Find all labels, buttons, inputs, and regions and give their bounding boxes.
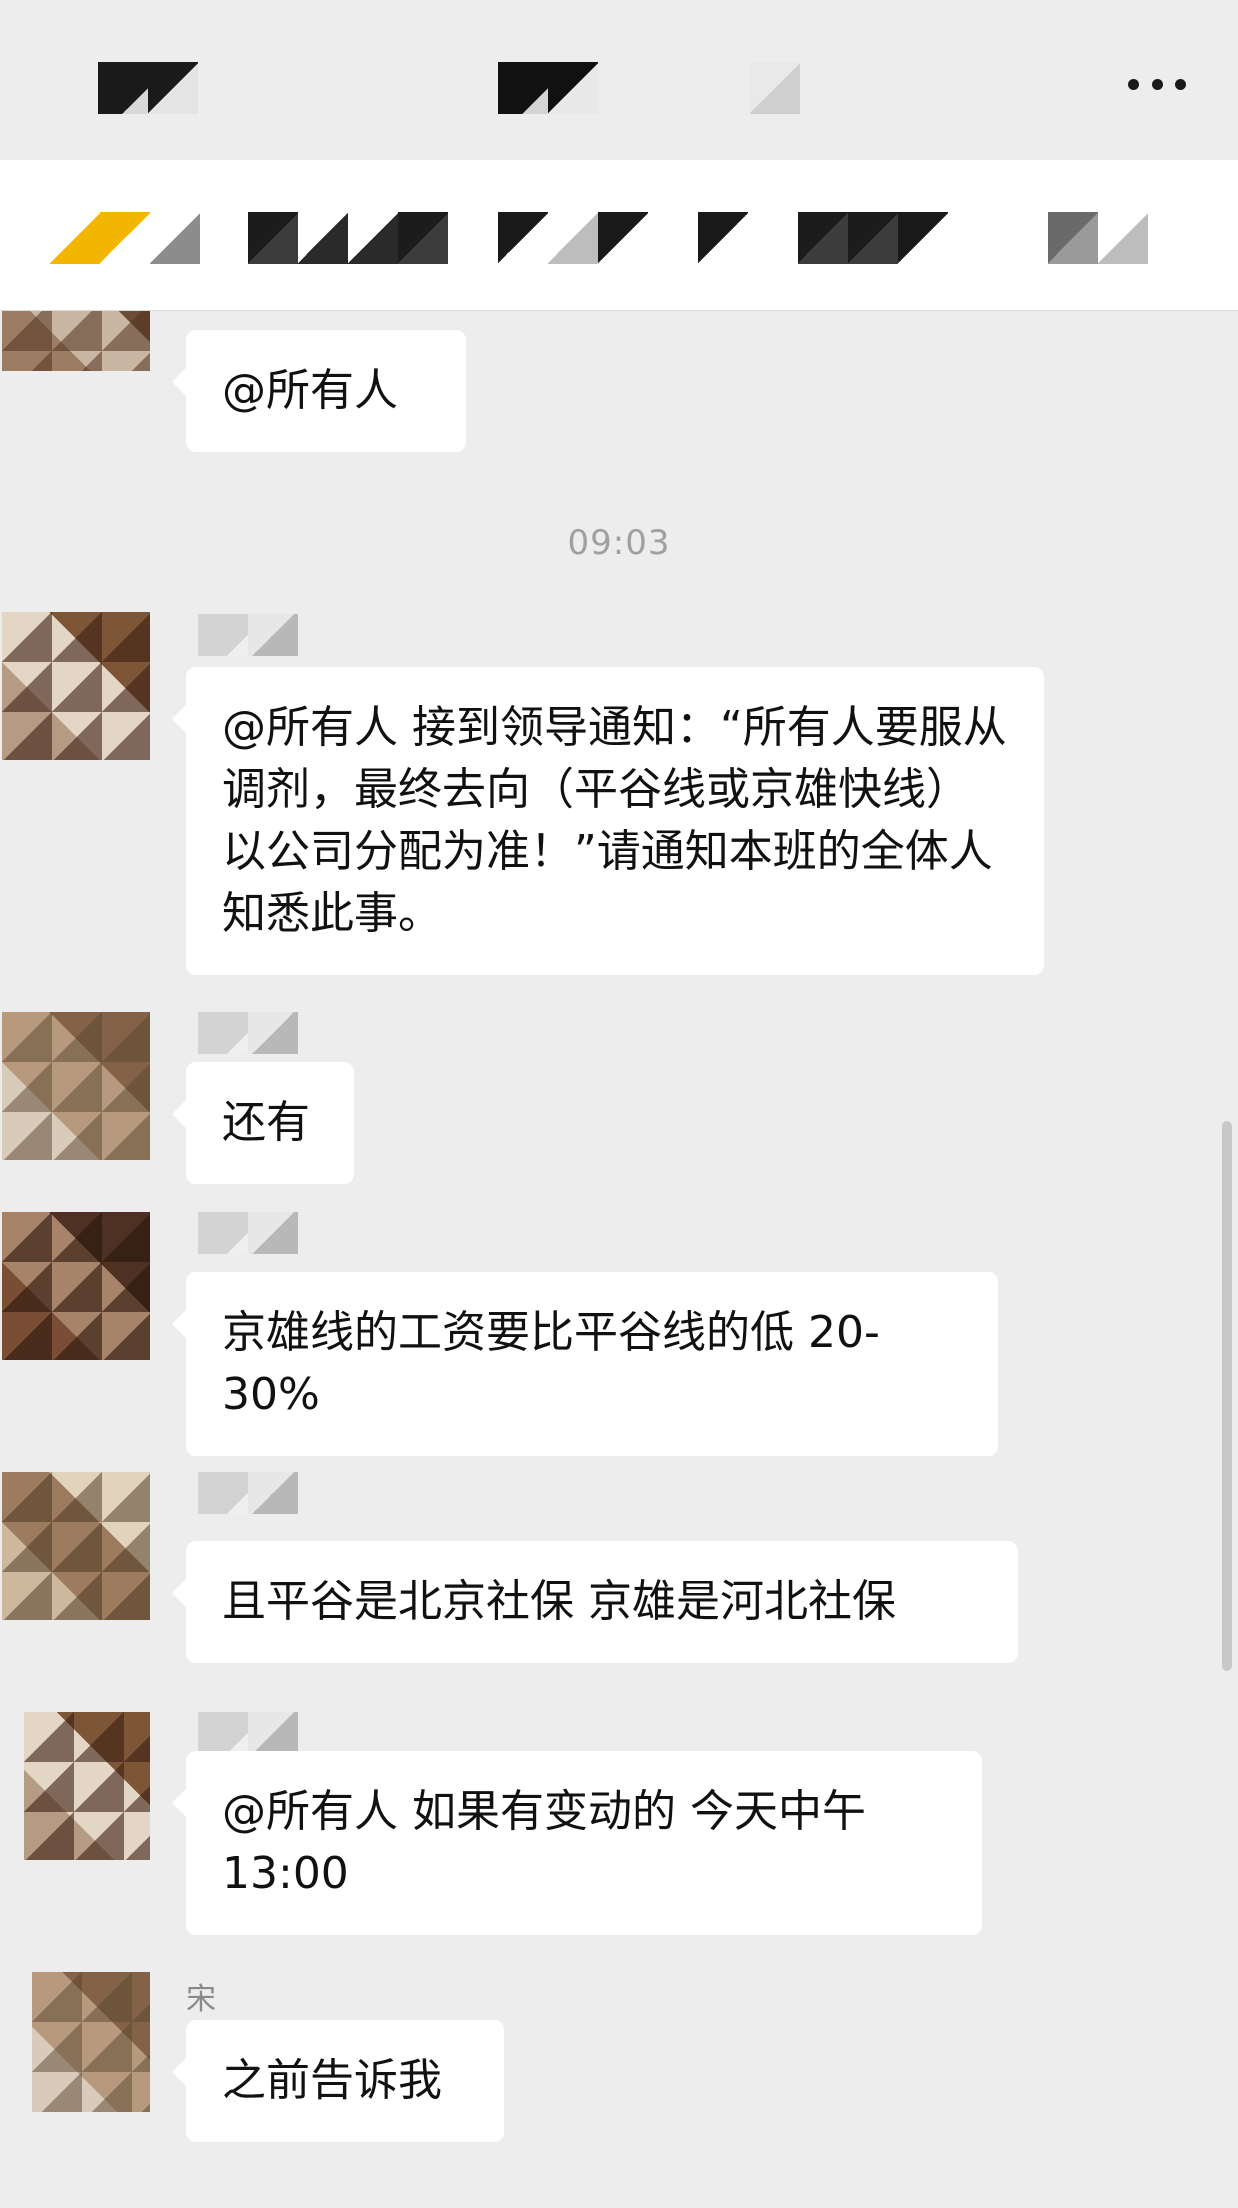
message-text: 且平谷是北京社保 京雄是河北社保 [222, 1576, 896, 1627]
avatar[interactable] [2, 612, 150, 760]
redacted-group-name-part [498, 62, 598, 114]
chat-header [0, 0, 1238, 168]
redacted-block [50, 212, 100, 264]
avatar[interactable] [2, 311, 150, 371]
redacted-block [398, 212, 448, 264]
message-text: 京雄线的工资要比平谷线的低 20-30% [222, 1307, 880, 1420]
redacted-sender-name [198, 1712, 298, 1754]
avatar[interactable] [32, 1972, 150, 2112]
redacted-block [498, 212, 548, 264]
redacted-sender-name [198, 1472, 298, 1514]
dot [1151, 78, 1163, 90]
redacted-sender-name [198, 1212, 298, 1254]
message-bubble[interactable]: 之前告诉我 [172, 2020, 504, 2142]
message-bubble[interactable]: @所有人 如果有变动的 今天中午 13:00 [172, 1751, 982, 1935]
redacted-block [348, 212, 398, 264]
redacted-block [100, 212, 150, 264]
message-bubble[interactable]: 京雄线的工资要比平谷线的低 20-30% [172, 1272, 998, 1456]
sender-name: 宋 [186, 1982, 216, 2017]
avatar[interactable] [2, 1212, 150, 1360]
message-timestamp: 09:03 [567, 523, 671, 563]
message-text: 还有 [222, 1097, 310, 1148]
redacted-block [548, 212, 598, 264]
message-bubble[interactable]: @所有人 接到领导通知：“所有人要服从调剂，最终去向（平谷线或京雄快线）以公司分… [172, 667, 1044, 975]
redacted-block [150, 212, 200, 264]
message-bubble[interactable]: 且平谷是北京社保 京雄是河北社保 [172, 1541, 1018, 1663]
pinned-announcement-banner[interactable] [0, 160, 1238, 311]
avatar[interactable] [2, 1472, 150, 1620]
redacted-sender-name [198, 614, 298, 656]
chat-message-list[interactable]: @所有人 09:03 @所有人 接到领导通知：“所有人要服从调剂，最终去向（平谷… [0, 311, 1238, 2208]
redacted-block [1048, 212, 1098, 264]
redacted-block [248, 212, 298, 264]
message-text: @所有人 接到领导通知：“所有人要服从调剂，最终去向（平谷线或京雄快线）以公司分… [222, 702, 1007, 939]
message-bubble[interactable]: 还有 [172, 1062, 354, 1184]
dot [1175, 78, 1186, 90]
redacted-block [298, 212, 348, 264]
message-text: @所有人 [222, 365, 398, 416]
dot [1128, 78, 1139, 90]
redacted-block [898, 212, 948, 264]
message-bubble[interactable]: @所有人 [172, 330, 466, 452]
redacted-group-name [98, 62, 198, 114]
redacted-block [798, 212, 848, 264]
redacted-group-name-part [750, 62, 800, 114]
redacted-block [1098, 212, 1148, 264]
redacted-block [848, 212, 898, 264]
redacted-block [598, 212, 648, 264]
message-text: 之前告诉我 [222, 2055, 442, 2106]
scrollbar[interactable] [1222, 1121, 1232, 1671]
avatar[interactable] [24, 1712, 150, 1860]
message-text: @所有人 如果有变动的 今天中午 13:00 [222, 1786, 866, 1899]
redacted-sender-name [198, 1012, 298, 1054]
more-options-icon[interactable] [1128, 64, 1186, 104]
avatar[interactable] [2, 1012, 150, 1160]
redacted-block [698, 212, 748, 264]
